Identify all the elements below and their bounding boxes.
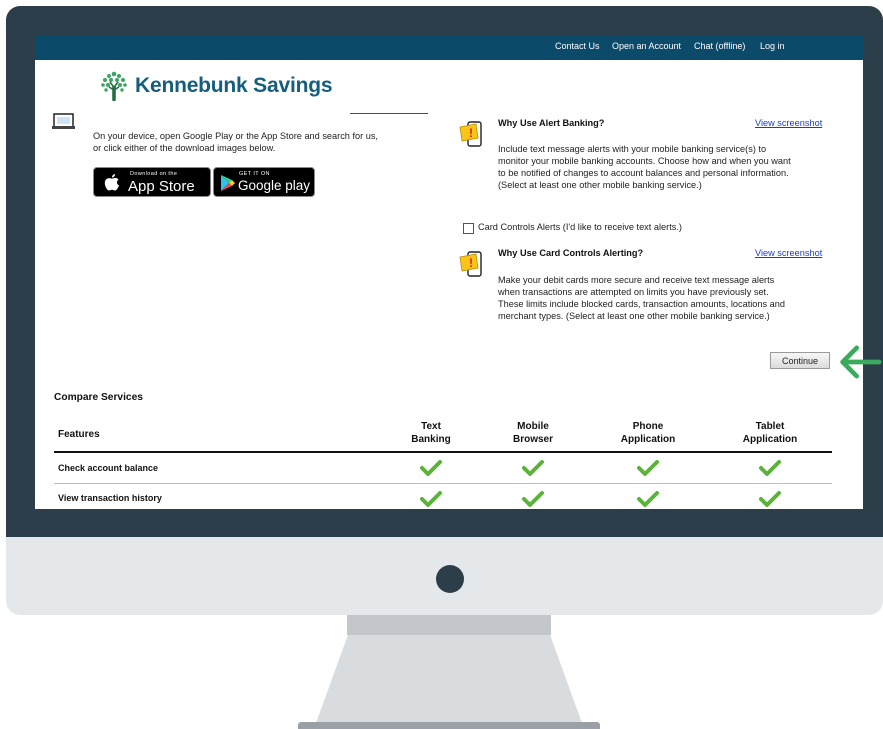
col-header-phone-application: Phone Application bbox=[603, 420, 693, 446]
col-header-phone-application-line2: Application bbox=[620, 434, 676, 445]
nav-link-chat[interactable]: Chat (offline) bbox=[694, 41, 745, 51]
app-store-button[interactable]: Download on the App Store bbox=[93, 167, 211, 197]
card-controls-checkbox[interactable] bbox=[463, 223, 474, 234]
row-label-transaction-history: View transaction history bbox=[58, 493, 162, 503]
alert-text-line4: (Select at least one other mobile bankin… bbox=[498, 180, 702, 190]
col-header-text-banking: Text Banking bbox=[395, 420, 467, 446]
compare-services-title: Compare Services bbox=[54, 392, 143, 403]
monitor-stand bbox=[316, 635, 582, 723]
google-play-big-text: Google play bbox=[238, 178, 311, 193]
alert-view-screenshot-link[interactable]: View screenshot bbox=[755, 118, 822, 128]
card-controls-heading: Why Use Card Controls Alerting? bbox=[498, 248, 644, 258]
monitor-stand-base bbox=[298, 722, 600, 729]
card-alert-icon: ! bbox=[459, 251, 482, 277]
card-controls-checkbox-label: Card Controls Alerts (I'd like to receiv… bbox=[478, 222, 682, 232]
intro-text-line1: On your device, open Google Play or the … bbox=[93, 131, 378, 141]
app-store-big-text: App Store bbox=[128, 178, 195, 195]
col-header-mobile-browser: Mobile Browser bbox=[497, 420, 569, 446]
col-header-tablet-application: Tablet Application bbox=[725, 420, 815, 446]
card-controls-view-screenshot-link[interactable]: View screenshot bbox=[755, 248, 822, 258]
monitor-neck bbox=[347, 615, 551, 635]
alert-text-line1: Include text message alerts with your mo… bbox=[498, 144, 767, 154]
google-play-icon bbox=[221, 175, 235, 191]
col-header-mobile-browser-line1: Mobile bbox=[517, 421, 549, 432]
svg-text:!: ! bbox=[469, 126, 473, 140]
col-header-text-banking-line2: Banking bbox=[411, 434, 451, 445]
card-controls-text-line1: Make your debit cards more secure and re… bbox=[498, 275, 775, 285]
intro-text-line2: or click either of the download images b… bbox=[93, 143, 276, 153]
power-button-icon bbox=[436, 565, 464, 593]
col-header-tablet-application-line2: Application bbox=[742, 434, 798, 445]
col-header-text-banking-line1: Text bbox=[421, 421, 441, 432]
check-icon bbox=[420, 460, 442, 476]
continue-button[interactable]: Continue bbox=[770, 352, 830, 369]
check-icon bbox=[759, 460, 781, 476]
col-header-tablet-application-line1: Tablet bbox=[755, 421, 785, 432]
card-controls-text-line3: These limits include blocked cards, tran… bbox=[498, 299, 786, 309]
check-icon bbox=[522, 460, 544, 476]
card-controls-text-line2: when transactions are attempted on limit… bbox=[498, 287, 769, 297]
devices-icon bbox=[52, 113, 75, 129]
top-nav-bar: Contact Us Open an Account Chat (offline… bbox=[35, 36, 863, 60]
google-play-small-text: GET IT ON bbox=[239, 171, 270, 177]
callout-arrow-icon bbox=[840, 345, 882, 379]
col-header-mobile-browser-line2: Browser bbox=[512, 434, 553, 445]
app-store-small-text: Download on the bbox=[130, 171, 178, 177]
table-row-divider bbox=[54, 483, 832, 484]
nav-link-open-account[interactable]: Open an Account bbox=[612, 41, 681, 51]
apple-icon bbox=[104, 174, 119, 191]
check-icon bbox=[637, 491, 659, 507]
tree-icon bbox=[101, 71, 127, 101]
brand-logo[interactable]: Kennebunk Savings bbox=[99, 70, 333, 102]
table-header-rule bbox=[54, 451, 832, 453]
alert-text-line3: to be notified of changes to account bal… bbox=[498, 168, 789, 178]
col-header-phone-application-line1: Phone bbox=[632, 421, 664, 432]
alert-banking-heading: Why Use Alert Banking? bbox=[498, 118, 605, 128]
browser-screen: Contact Us Open an Account Chat (offline… bbox=[35, 36, 863, 509]
row-label-check-balance: Check account balance bbox=[58, 463, 159, 473]
nav-link-contact-us[interactable]: Contact Us bbox=[555, 41, 600, 51]
col-header-features: Features bbox=[58, 429, 100, 440]
check-icon bbox=[759, 491, 781, 507]
card-controls-text-line4: merchant types. (Select at least one oth… bbox=[498, 311, 770, 321]
check-icon bbox=[522, 491, 544, 507]
divider-line bbox=[350, 113, 428, 114]
brand-name: Kennebunk Savings bbox=[135, 74, 333, 97]
check-icon bbox=[637, 460, 659, 476]
alert-text-line2: monitor your mobile banking accounts. Ch… bbox=[498, 156, 791, 166]
check-icon bbox=[420, 491, 442, 507]
svg-text:!: ! bbox=[469, 256, 473, 270]
nav-link-log-in[interactable]: Log in bbox=[760, 41, 785, 51]
text-alert-icon: ! bbox=[459, 121, 482, 147]
google-play-button[interactable]: GET IT ON Google play bbox=[213, 167, 315, 197]
